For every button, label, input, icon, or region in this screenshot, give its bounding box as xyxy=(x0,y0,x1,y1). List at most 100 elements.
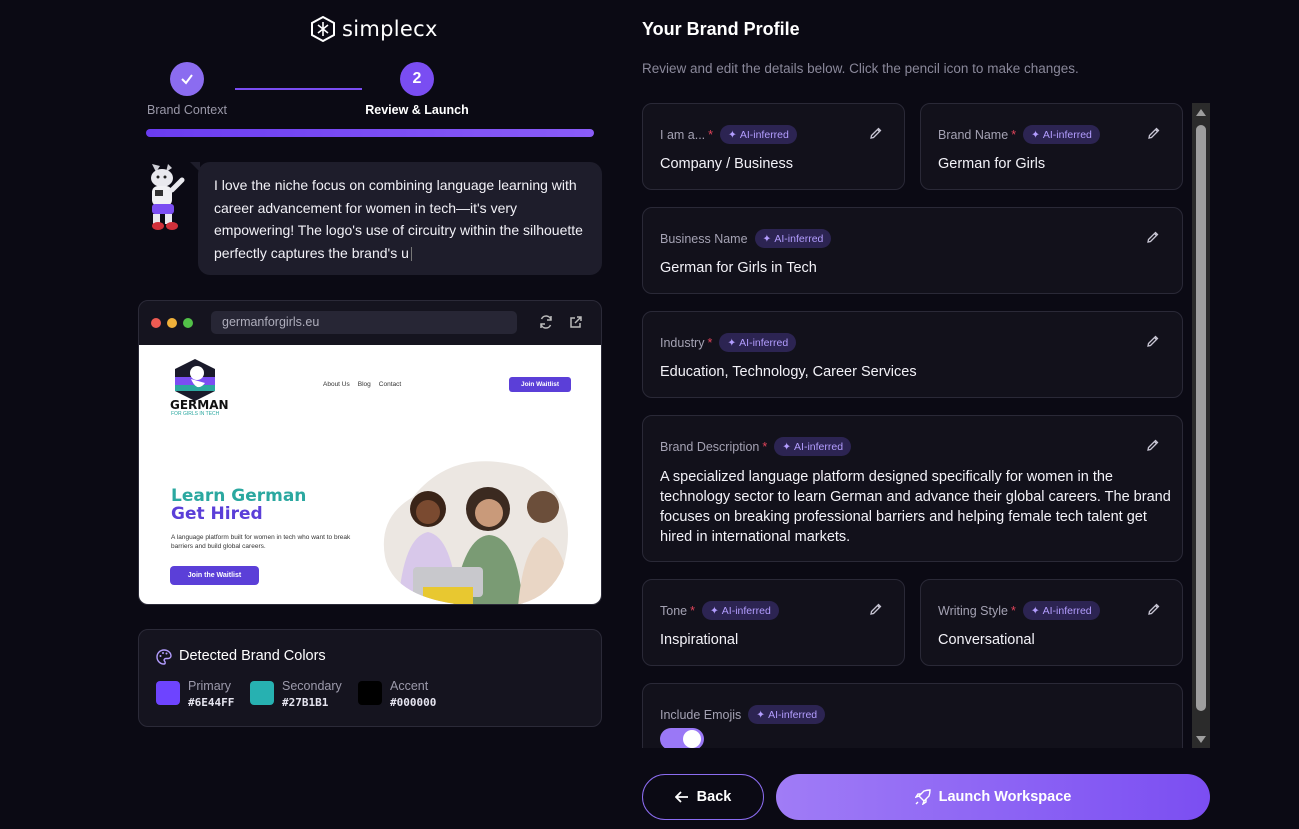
field-label-text: Industry xyxy=(660,335,705,350)
field-label: Business Name ✦ AI-inferred xyxy=(660,229,832,248)
field-value: German for Girls in Tech xyxy=(660,260,817,276)
primary-color-value: #6E44FF xyxy=(188,696,235,709)
field-label-text: Business Name xyxy=(660,231,748,246)
scroll-down-arrow-icon[interactable] xyxy=(1192,732,1210,746)
ai-badge-text: AI-inferred xyxy=(768,708,818,721)
emoji-toggle[interactable] xyxy=(660,728,704,748)
sparkle-icon: ✦ xyxy=(1030,604,1040,617)
external-link-icon[interactable] xyxy=(568,314,584,330)
field-label: Tone * ✦ AI-inferred xyxy=(660,601,779,620)
ai-badge-text: AI-inferred xyxy=(794,440,844,453)
field-label: Brand Name * ✦ AI-inferred xyxy=(938,125,1100,144)
sparkle-icon: ✦ xyxy=(782,440,792,453)
step-review-launch[interactable]: 2 Review & Launch xyxy=(357,62,477,117)
left-panel: simplecx Brand Context 2 Review & Launch… xyxy=(138,0,602,829)
site-cta-button[interactable]: Join the Waitlist xyxy=(170,566,259,585)
website-preview: germanforgirls.eu GERMAN FOR GIRLS IN TE… xyxy=(138,300,602,605)
field-card-tone: Tone * ✦ AI-inferred Inspirational xyxy=(642,579,905,666)
pencil-icon[interactable] xyxy=(1146,438,1160,452)
step-label: Brand Context xyxy=(147,103,227,117)
launch-label: Launch Workspace xyxy=(938,789,1072,805)
simplecx-logo-icon xyxy=(311,16,335,42)
ai-inferred-badge: ✦ AI-inferred xyxy=(719,333,797,352)
field-card-brand-description: Brand Description * ✦ AI-inferred A special… xyxy=(642,415,1183,562)
field-card-include-emojis: Include Emojis ✦ AI-inferred xyxy=(642,683,1183,748)
ai-badge-text: AI-inferred xyxy=(739,336,789,349)
chat-bubble: I love the niche focus on combining lang… xyxy=(190,162,602,275)
site-hero-photo xyxy=(383,461,569,604)
field-label-text: Writing Style xyxy=(938,603,1008,618)
required-marker: * xyxy=(707,335,713,350)
arrow-left-icon xyxy=(674,791,688,803)
ai-inferred-badge: ✦ AI-inferred xyxy=(754,229,832,248)
mascot-avatar xyxy=(151,164,185,230)
refresh-icon[interactable] xyxy=(538,314,554,330)
required-marker: * xyxy=(762,439,768,454)
site-nav-blog[interactable]: Blog xyxy=(358,381,371,388)
ai-badge-text: AI-inferred xyxy=(721,604,771,617)
check-icon xyxy=(170,62,204,96)
toggle-knob xyxy=(683,730,701,748)
required-marker: * xyxy=(708,127,714,142)
field-label-text: Brand Description xyxy=(660,439,760,454)
page-title: Your Brand Profile xyxy=(642,19,800,39)
field-label-text: Include Emojis xyxy=(660,707,742,722)
field-value: Conversational xyxy=(938,632,1035,648)
site-nav: About Us Blog Contact xyxy=(323,381,401,388)
brand-colors-title: Detected Brand Colors xyxy=(179,648,326,664)
stepper: Brand Context 2 Review & Launch xyxy=(138,62,602,122)
field-label-text: I am a... xyxy=(660,127,706,142)
ai-inferred-badge: ✦ AI-inferred xyxy=(1023,125,1100,144)
profile-scroll-area[interactable]: I am a... * ✦ AI-inferred Company / Busines… xyxy=(642,103,1183,748)
site-nav-contact[interactable]: Contact xyxy=(379,381,401,388)
url-bar[interactable]: germanforgirls.eu xyxy=(211,311,517,334)
sparkle-icon: ✦ xyxy=(728,128,737,141)
sparkle-icon: ✦ xyxy=(756,708,766,721)
step-number: 2 xyxy=(400,62,434,96)
field-card-iam: I am a... * ✦ AI-inferred Company / Busines… xyxy=(642,103,905,190)
secondary-color-value: #27B1B1 xyxy=(282,696,329,709)
page-subtitle: Review and edit the details below. Click… xyxy=(642,61,1079,76)
launch-workspace-button[interactable]: Launch Workspace xyxy=(776,774,1210,820)
field-value: A specialized language platform designed… xyxy=(660,469,1171,545)
field-card-business-name: Business Name ✦ AI-inferred German for Gir… xyxy=(642,207,1183,294)
field-value: Company / Business xyxy=(660,156,793,172)
pencil-icon[interactable] xyxy=(1147,602,1161,616)
required-marker: * xyxy=(1010,603,1016,618)
pencil-icon[interactable] xyxy=(1146,230,1160,244)
sparkle-icon: ✦ xyxy=(1031,128,1040,141)
site-join-waitlist-button[interactable]: Join Waitlist xyxy=(509,377,571,392)
site-logo-word: GERMAN xyxy=(170,398,229,412)
secondary-color-label: Secondary xyxy=(282,679,342,693)
scrollbar-thumb[interactable] xyxy=(1196,125,1206,711)
window-close-dot xyxy=(151,318,161,328)
pencil-icon[interactable] xyxy=(869,602,883,616)
ai-inferred-badge: ✦ AI-inferred xyxy=(1022,601,1100,620)
chat-message: I love the niche focus on combining lang… xyxy=(214,177,583,261)
pencil-icon[interactable] xyxy=(869,126,883,140)
sparkle-icon: ✦ xyxy=(762,232,772,245)
pencil-icon[interactable] xyxy=(1147,126,1161,140)
field-card-brand-name: Brand Name * ✦ AI-inferred German for Girls xyxy=(920,103,1183,190)
pencil-icon[interactable] xyxy=(1146,334,1160,348)
window-minimize-dot xyxy=(167,318,177,328)
field-label: Writing Style * ✦ AI-inferred xyxy=(938,601,1100,620)
app-logo: simplecx xyxy=(310,16,438,42)
step-brand-context[interactable]: Brand Context xyxy=(127,62,247,117)
ai-badge-text: AI-inferred xyxy=(774,232,824,245)
sparkle-icon: ✦ xyxy=(709,604,719,617)
field-value: Education, Technology, Career Services xyxy=(660,364,917,380)
right-panel: Your Brand Profile Review and edit the d… xyxy=(642,0,1210,829)
accent-color-label: Accent xyxy=(390,679,429,693)
ai-inferred-badge: ✦ AI-inferred xyxy=(748,705,826,724)
ai-badge-text: AI-inferred xyxy=(1042,604,1092,617)
ai-inferred-badge: ✦ AI-inferred xyxy=(720,125,797,144)
site-nav-about[interactable]: About Us xyxy=(323,381,350,388)
ai-badge-text: AI-inferred xyxy=(739,128,789,141)
scroll-up-arrow-icon[interactable] xyxy=(1192,105,1210,119)
scrollbar[interactable] xyxy=(1192,103,1210,748)
required-marker: * xyxy=(690,603,695,618)
back-button[interactable]: Back xyxy=(642,774,764,820)
field-label-text: Brand Name xyxy=(938,127,1009,142)
accent-color-swatch xyxy=(358,681,382,705)
